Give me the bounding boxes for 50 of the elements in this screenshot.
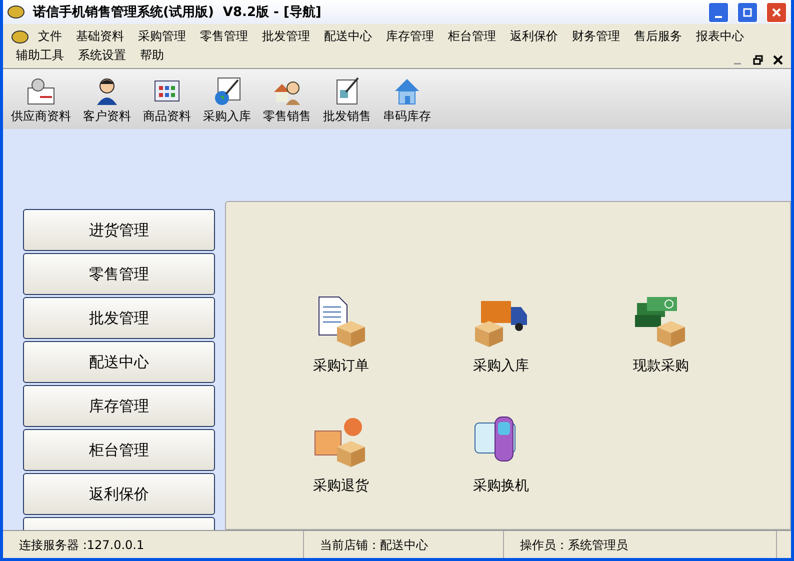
function-button[interactable]: 现款采购	[586, 292, 736, 382]
nav-button[interactable]: 返利保价	[23, 473, 215, 515]
toolbar-button[interactable]: 商品资料	[137, 76, 197, 125]
menu-item[interactable]: 报表中心	[691, 27, 749, 46]
globe-pen-icon	[212, 76, 242, 106]
status-text: 连接服务器 :127.0.0.1	[3, 531, 304, 558]
nav-button[interactable]: 批发管理	[23, 297, 215, 339]
function-button[interactable]: 采购退货	[266, 412, 416, 502]
menu-item[interactable]: 返利保价	[505, 27, 563, 46]
window-title: 诺信手机销售管理系统(试用版) V8.2版 - [导航]	[33, 4, 322, 21]
status-text: 操作员：系统管理员	[504, 531, 777, 558]
menu-item[interactable]: 帮助	[135, 46, 169, 65]
maximize-button[interactable]	[737, 2, 758, 22]
menu-item[interactable]: 采购管理	[133, 27, 191, 46]
nav-button[interactable]: 柜台管理	[23, 429, 215, 471]
app-icon	[7, 5, 25, 19]
toolbar-button[interactable]: 串码库存	[377, 76, 437, 125]
toolbar-button[interactable]: 客户资料	[77, 76, 137, 125]
menu-item[interactable]: 财务管理	[567, 27, 625, 46]
menu-item[interactable]: 柜台管理	[443, 27, 501, 46]
menu-item[interactable]: 零售管理	[195, 27, 253, 46]
function-button[interactable]: 采购入库	[426, 292, 576, 382]
nav-button[interactable]: 进货管理	[23, 209, 215, 251]
function-button[interactable]: 采购订单	[266, 292, 416, 382]
minimize-icon	[715, 16, 722, 18]
toolbar-button[interactable]: 零售销售	[257, 76, 317, 125]
status-text: 当前店铺：配送中心	[304, 531, 504, 558]
close-icon[interactable]	[773, 55, 783, 65]
toolbar-button[interactable]: 供应商资料	[5, 76, 77, 125]
menu-item[interactable]: 售后服务	[629, 27, 687, 46]
menu-item[interactable]: 库存管理	[381, 27, 439, 46]
nav-button[interactable]: 库存管理	[23, 385, 215, 427]
nav-button[interactable]: 零售管理	[23, 253, 215, 295]
menu-item[interactable]: 系统设置	[73, 46, 131, 65]
toolbar-button[interactable]: 批发销售	[317, 76, 377, 125]
app-icon	[11, 30, 29, 44]
menu-item[interactable]: 基础资料	[71, 27, 129, 46]
restore-icon[interactable]	[753, 55, 763, 65]
menu-item[interactable]: 配送中心	[319, 27, 377, 46]
close-icon	[772, 8, 781, 16]
menu-item[interactable]: 辅助工具	[11, 46, 69, 65]
minimize-button[interactable]	[708, 2, 729, 22]
close-button[interactable]	[766, 2, 787, 22]
person-card-icon	[26, 76, 56, 106]
nav-button[interactable]: 配送中心	[23, 341, 215, 383]
toolbar-button[interactable]: 采购入库	[197, 76, 257, 125]
maximize-icon	[743, 8, 752, 16]
menu-item[interactable]: 文件	[33, 27, 67, 46]
function-button[interactable]: 采购换机	[426, 412, 576, 502]
menu-item[interactable]: 批发管理	[257, 27, 315, 46]
